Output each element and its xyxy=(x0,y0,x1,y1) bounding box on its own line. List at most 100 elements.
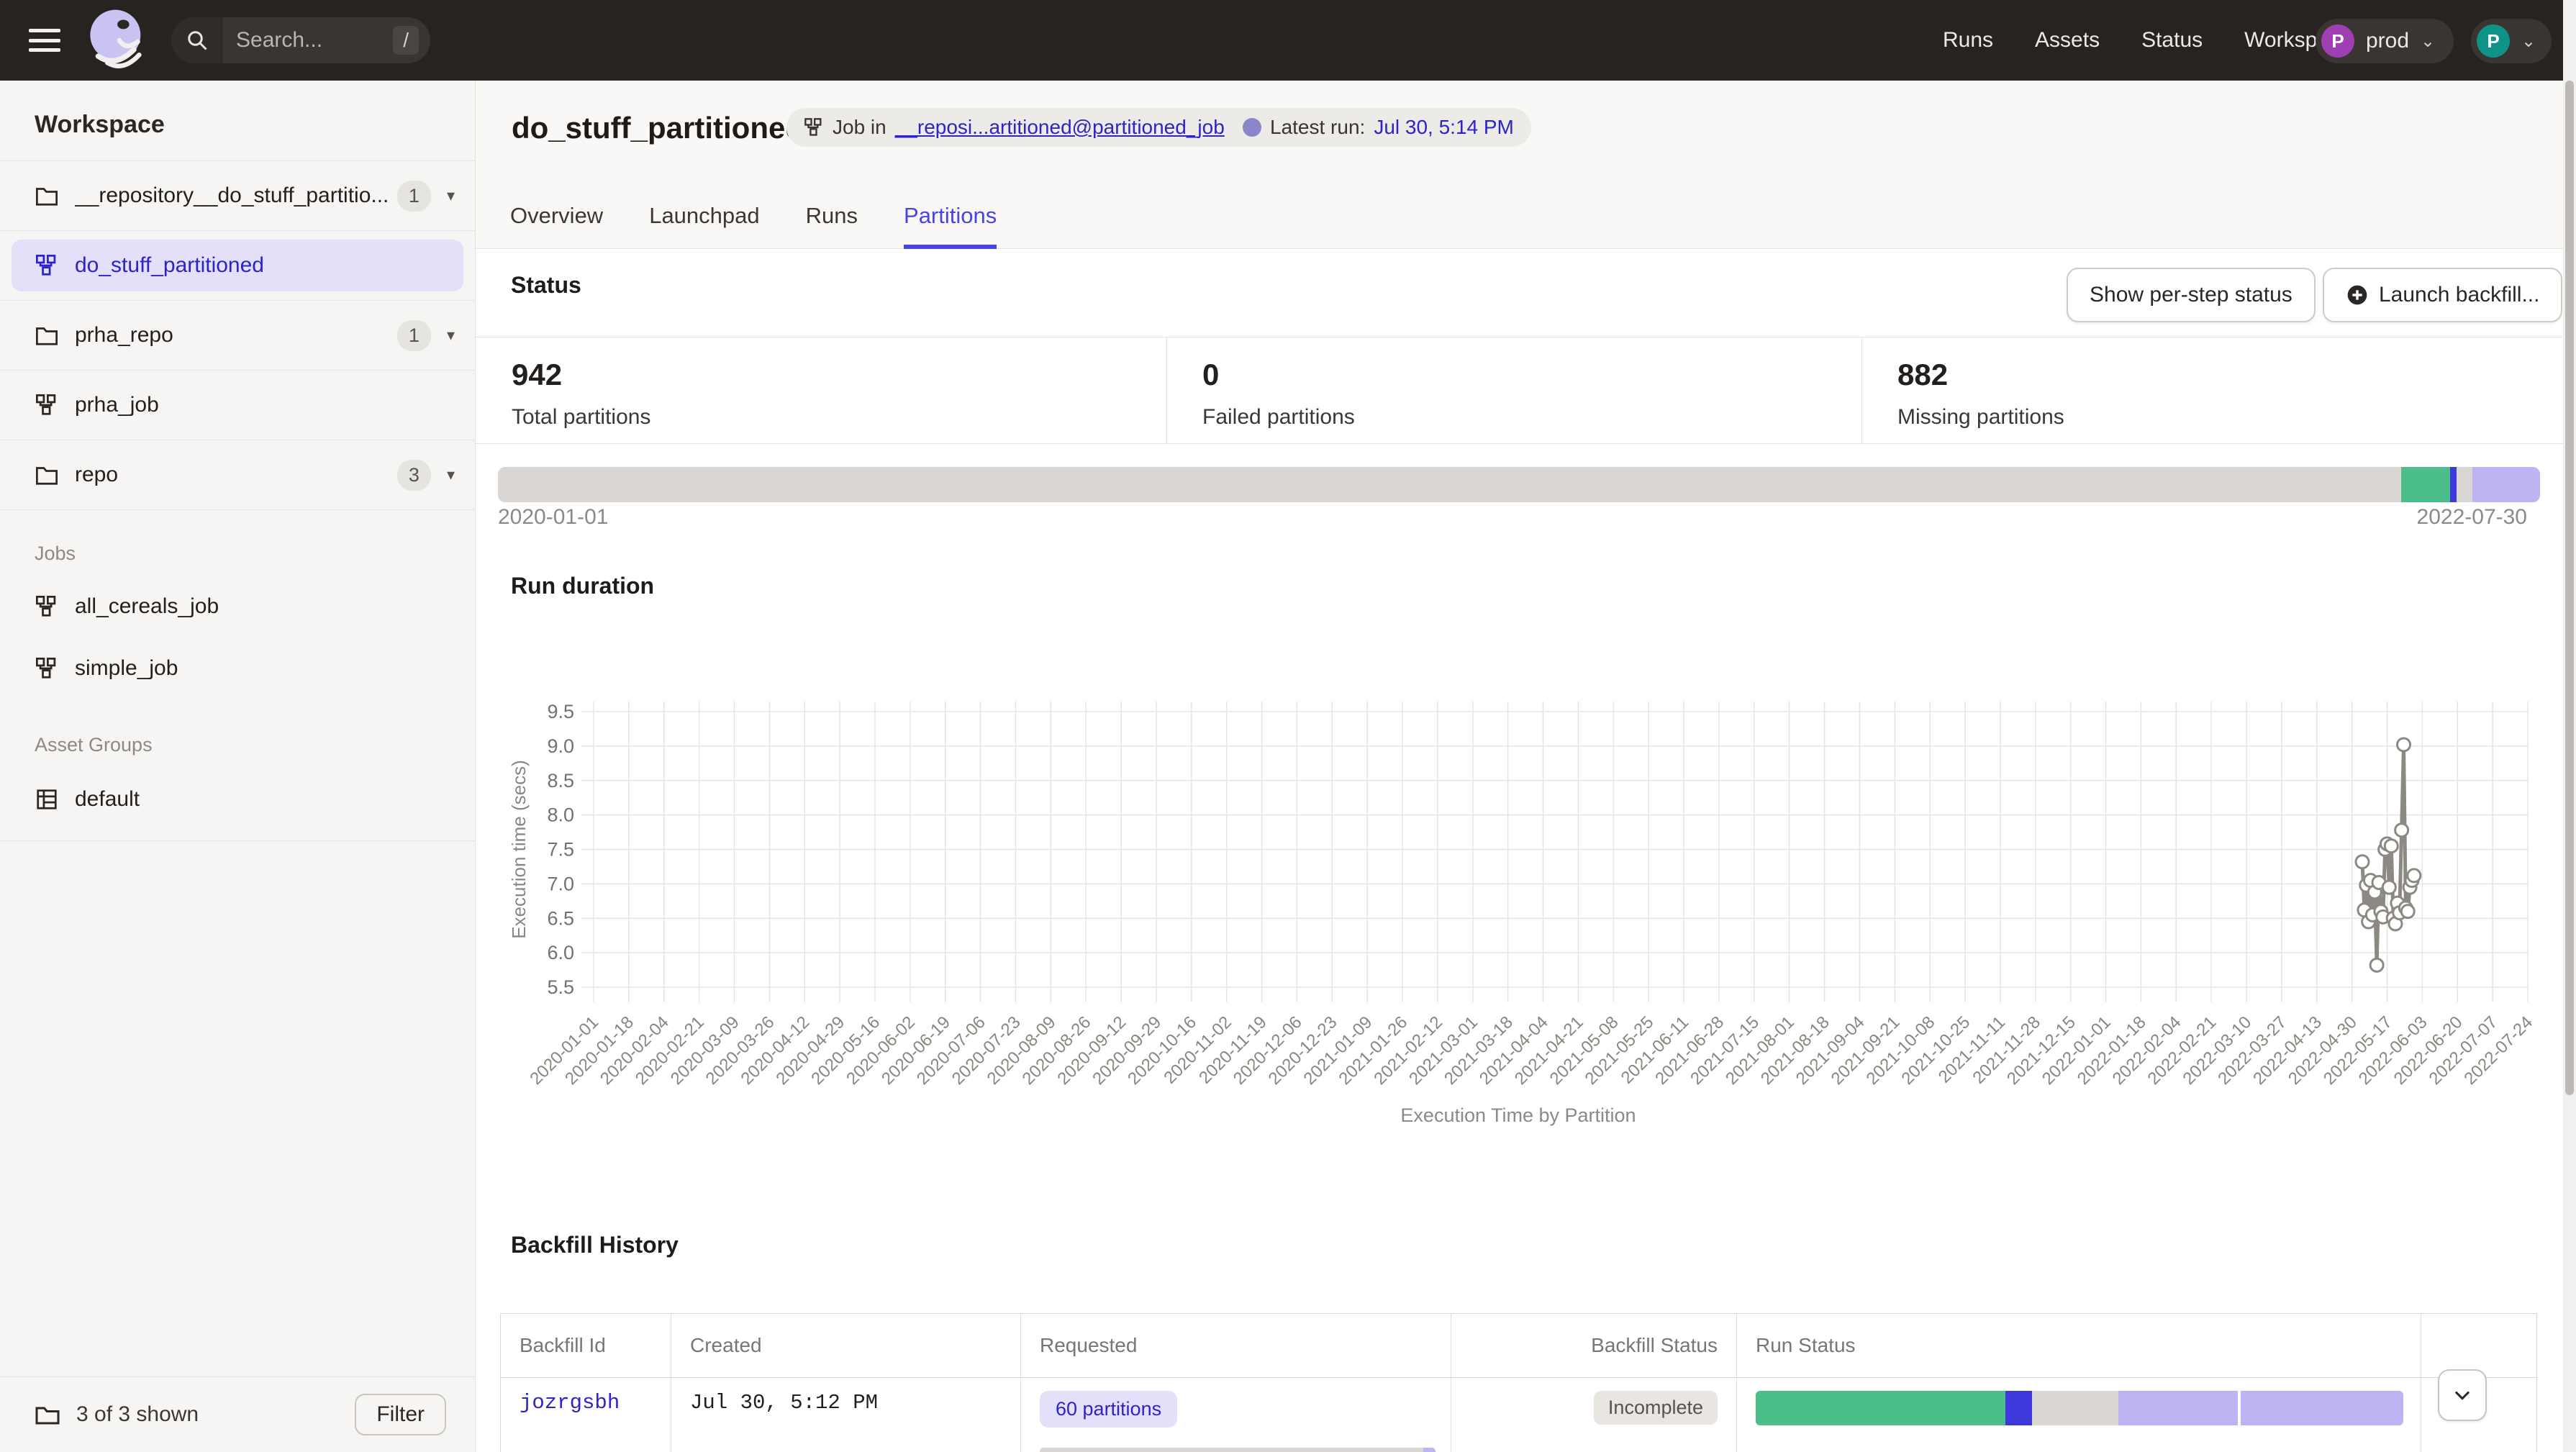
job-origin-link[interactable]: __reposi...artitioned@partitioned_job xyxy=(895,116,1225,139)
deployment-switcher[interactable]: P prod ⌄ xyxy=(2316,19,2454,63)
job-tabs: Overview Launchpad Runs Partitions xyxy=(510,187,997,249)
stat-label: Total partitions xyxy=(512,405,1166,430)
repo-count-badge: 1 xyxy=(397,181,431,212)
search-shortcut-badge: / xyxy=(393,26,419,55)
sidebar-item-prha-job[interactable]: prha_job xyxy=(0,371,475,440)
sidebar-asset-group-label: default xyxy=(75,787,140,812)
job-icon xyxy=(804,117,824,137)
latest-run-label: Latest run: xyxy=(1270,116,1365,139)
chart-ylabel: Execution time (secs) xyxy=(508,760,530,939)
workspace-sidebar: Workspace __repository__do_stuff_partiti… xyxy=(0,81,476,1452)
sidebar-item--repository-do-stuff-partitio-[interactable]: __repository__do_stuff_partitio...1▾ xyxy=(0,161,475,230)
search-input[interactable]: Search... / xyxy=(171,17,430,63)
partition-bar-start-date: 2020-01-01 xyxy=(498,505,608,530)
chart-data-point[interactable] xyxy=(2401,905,2414,918)
column-header-backfill-id[interactable]: Backfill Id xyxy=(501,1314,671,1377)
stat-value: 0 xyxy=(1202,358,1861,392)
segment-missing xyxy=(498,467,2401,502)
chart-data-point[interactable] xyxy=(2356,856,2369,868)
requested-progress-bar xyxy=(1040,1448,1436,1452)
stat-label: Failed partitions xyxy=(1202,405,1861,430)
column-header-run-status[interactable]: Run Status xyxy=(1737,1314,2421,1377)
backfill-id-link[interactable]: jozrgsbh xyxy=(520,1391,620,1415)
requested-partitions-tag[interactable]: 60 partitions xyxy=(1040,1391,1177,1428)
latest-run-link[interactable]: Jul 30, 5:14 PM xyxy=(1374,116,1514,139)
caret-down-icon[interactable]: ▾ xyxy=(447,466,455,484)
job-origin-tag: Job in __reposi...artitioned@partitioned… xyxy=(786,108,1269,147)
stat-label: Missing partitions xyxy=(1897,405,2563,430)
sidebar-job-simple_job[interactable]: simple_job xyxy=(0,637,475,699)
stat-missing-partitions: 882 Missing partitions xyxy=(1861,337,2563,443)
filter-button[interactable]: Filter xyxy=(355,1394,446,1435)
caret-down-icon[interactable]: ▾ xyxy=(447,186,455,205)
show-per-step-status-button[interactable]: Show per-step status xyxy=(2067,268,2316,322)
segment-success xyxy=(2401,467,2450,502)
backfill-status-tag: Incomplete xyxy=(1594,1391,1718,1425)
folder-icon xyxy=(35,1404,60,1425)
segment-success_green xyxy=(1756,1391,2005,1425)
chart-data-point[interactable] xyxy=(2370,958,2383,971)
caret-down-icon[interactable]: ▾ xyxy=(447,326,455,345)
scrollbar-thumb[interactable] xyxy=(2565,81,2574,1095)
expand-row-button[interactable] xyxy=(2438,1369,2487,1421)
segment-queued_lavender xyxy=(2241,1391,2403,1425)
nav-link-assets[interactable]: Assets xyxy=(2035,28,2100,53)
chevron-down-icon: ⌄ xyxy=(2421,31,2435,52)
sidebar-item-repo[interactable]: repo3 ▾ xyxy=(0,440,475,509)
backfill-row-status-cell: Incomplete xyxy=(1451,1378,1737,1452)
nav-link-status[interactable]: Status xyxy=(2141,28,2203,53)
divider xyxy=(0,840,475,841)
chart-tick-label: 9.0 xyxy=(547,735,574,757)
sidebar-item-label: repo xyxy=(75,463,397,487)
tab-launchpad[interactable]: Launchpad xyxy=(649,187,759,249)
column-header-requested[interactable]: Requested xyxy=(1021,1314,1451,1377)
repos-shown-count: 3 of 3 shown xyxy=(76,1402,355,1427)
stat-total-partitions: 942Total partitions xyxy=(476,337,1166,443)
tab-overview[interactable]: Overview xyxy=(510,187,603,249)
segment-in_progress xyxy=(2450,467,2457,502)
sidebar-item-label: prha_job xyxy=(75,393,455,417)
chart-data-point[interactable] xyxy=(2385,840,2398,853)
sidebar-job-label: all_cereals_job xyxy=(75,594,219,619)
chart-data-point[interactable] xyxy=(2398,738,2411,751)
search-placeholder: Search... xyxy=(236,28,393,53)
segment-run_indigo xyxy=(2005,1391,2032,1425)
stat-value: 882 xyxy=(1897,358,2563,392)
sidebar-footer: 3 of 3 shown Filter xyxy=(0,1376,476,1452)
job-origin-prefix: Job in xyxy=(833,116,886,139)
column-header-created[interactable]: Created xyxy=(671,1314,1021,1377)
backfill-row-requested-cell: 60 partitions2020-01-012022-07-30 xyxy=(1021,1378,1451,1452)
sidebar-item-do_stuff_partitioned[interactable]: do_stuff_partitioned xyxy=(0,231,475,300)
chart-tick-label: 5.5 xyxy=(547,976,574,998)
sidebar-asset-group-default[interactable]: default xyxy=(0,768,475,830)
column-header-backfill-status[interactable]: Backfill Status xyxy=(1451,1314,1737,1377)
sidebar-job-all_cereals_job[interactable]: all_cereals_job xyxy=(0,576,475,637)
chart-data-point[interactable] xyxy=(2408,869,2421,882)
user-menu[interactable]: P ⌄ xyxy=(2471,19,2552,63)
hamburger-menu-icon[interactable] xyxy=(29,29,60,52)
segment-neutral_gray xyxy=(2032,1391,2118,1425)
sidebar-item-prha-repo[interactable]: prha_repo1▾ xyxy=(0,301,475,370)
folder-icon xyxy=(35,185,59,207)
launch-backfill-button[interactable]: Launch backfill... xyxy=(2323,268,2562,322)
chart-data-point[interactable] xyxy=(2395,824,2408,837)
nav-links: RunsAssetsStatusWorkspace xyxy=(1943,0,2352,81)
partition-bar-end-date: 2022-07-30 xyxy=(2417,505,2527,530)
nav-link-runs[interactable]: Runs xyxy=(1943,28,1993,53)
latest-run-tag: Latest run: Jul 30, 5:14 PM xyxy=(1225,108,1531,147)
run-status-bar[interactable] xyxy=(1756,1391,2403,1425)
deployment-avatar: P xyxy=(2321,24,2354,58)
chart-data-point[interactable] xyxy=(2382,881,2395,894)
job-icon xyxy=(35,596,59,617)
jobs-section-label: Jobs xyxy=(35,543,76,565)
tab-runs[interactable]: Runs xyxy=(806,187,858,249)
sidebar-item-label: do_stuff_partitioned xyxy=(75,253,463,278)
dagster-logo-icon[interactable] xyxy=(85,7,151,73)
repo-count-badge: 3 xyxy=(397,460,431,491)
tab-partitions[interactable]: Partitions xyxy=(904,187,997,249)
divider xyxy=(0,509,475,510)
partition-status-bar[interactable] xyxy=(498,467,2540,502)
status-section-title: Status xyxy=(511,272,581,299)
launch-backfill-label: Launch backfill... xyxy=(2379,283,2539,307)
folder-icon xyxy=(35,325,59,346)
